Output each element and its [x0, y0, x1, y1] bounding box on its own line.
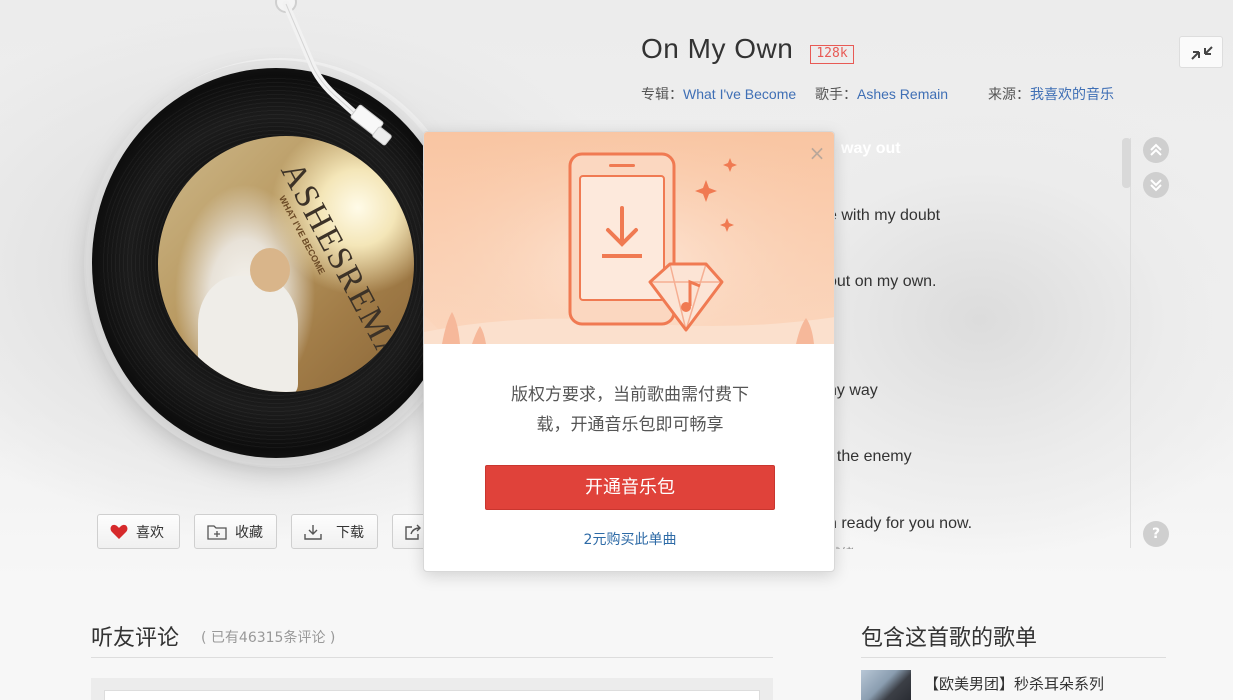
playlist-thumbnail[interactable]	[861, 670, 911, 700]
lyrics-down-button[interactable]	[1143, 172, 1169, 198]
lyric-line: out on my own.	[828, 273, 937, 290]
album-label: 专辑：	[641, 86, 683, 102]
download-button[interactable]: 下载	[291, 514, 378, 549]
song-title: On My Own	[641, 33, 794, 64]
lyric-line: n ready for you now.	[828, 515, 973, 532]
download-icon	[304, 524, 322, 540]
lyric-line: way out	[841, 140, 901, 157]
quality-badge[interactable]: 128k	[810, 45, 854, 64]
like-button[interactable]: 喜欢	[97, 514, 180, 549]
dialog-message-line: 载，开通音乐包即可畅享	[536, 415, 724, 435]
like-label: 喜欢	[136, 524, 164, 541]
source-link[interactable]: 我喜欢的音乐	[1030, 86, 1114, 102]
collapse-icon	[1191, 46, 1213, 60]
lyric-line: e with my doubt	[828, 207, 941, 224]
double-chevron-up-icon	[1150, 143, 1162, 156]
heart-icon	[110, 524, 128, 539]
cover-figure-head	[250, 248, 290, 292]
close-icon[interactable]: ×	[806, 142, 828, 164]
cover-figure-body	[198, 276, 298, 392]
artist-link[interactable]: Ashes Remain	[857, 86, 948, 102]
dialog-message-line: 版权方要求，当前歌曲需付费下	[511, 385, 749, 405]
playlist-item[interactable]: 【欧美男团】秒杀耳朵系列	[924, 673, 1104, 694]
comment-input[interactable]	[104, 690, 760, 700]
buy-single-link[interactable]: 2元购买此单曲	[424, 529, 834, 549]
artist-label: 歌手：	[815, 86, 857, 102]
comments-heading: 听友评论	[91, 626, 180, 651]
playlists-heading: 包含这首歌的歌单	[861, 626, 1038, 651]
playlists-divider	[861, 657, 1166, 658]
source-meta: 来源：我喜欢的音乐	[988, 84, 1114, 104]
collapse-button[interactable]	[1179, 36, 1223, 68]
dialog-message: 版权方要求，当前歌曲需付费下 载，开通音乐包即可畅享	[424, 380, 834, 440]
source-label: 来源：	[988, 86, 1030, 102]
collect-label: 收藏	[235, 524, 263, 541]
help-button[interactable]: ?	[1143, 521, 1169, 547]
album-cover: ASHESREMAIN WHAT I'VE BECOME	[158, 136, 414, 392]
add-folder-icon	[207, 524, 227, 540]
paid-download-dialog: × 版权方要求，当前歌曲需付费下 载，开通音乐包即可畅享 开通音乐包 2元购买此…	[423, 131, 835, 572]
double-chevron-down-icon	[1150, 179, 1162, 192]
artist-meta: 歌手：Ashes Remain	[815, 84, 948, 104]
download-label: 下载	[336, 524, 364, 541]
comments-count: ( 已有46315条评论 )	[201, 630, 336, 646]
album-link[interactable]: What I've Become	[683, 86, 796, 102]
tonearm-icon	[275, 0, 392, 146]
comments-divider	[91, 657, 773, 658]
lyric-line: ny way	[828, 382, 878, 399]
album-meta: 专辑：What I've Become	[641, 84, 796, 104]
share-icon	[405, 524, 421, 540]
open-music-pack-button[interactable]: 开通音乐包	[485, 465, 775, 510]
lyric-line: f the enemy	[828, 448, 912, 465]
lyrics-scroll-thumb[interactable]	[1122, 138, 1131, 188]
question-icon: ?	[1151, 526, 1161, 542]
download-illustration	[424, 132, 834, 344]
lyrics-scroll-track[interactable]	[1122, 138, 1131, 548]
collect-button[interactable]: 收藏	[194, 514, 277, 549]
lyrics-up-button[interactable]	[1143, 137, 1169, 163]
